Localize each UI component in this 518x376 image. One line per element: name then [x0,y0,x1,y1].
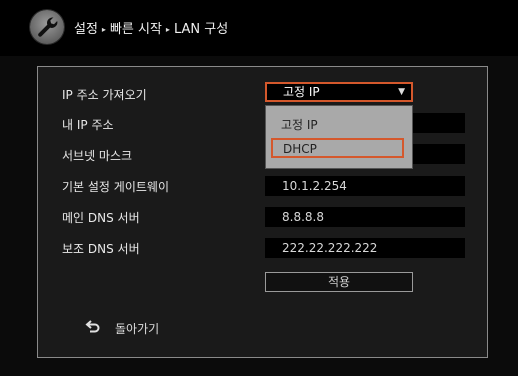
ip-mode-dropdown: 고정 IP DHCP [265,105,413,169]
secondary-dns-label: 보조 DNS 서버 [62,242,140,256]
secondary-dns-field[interactable]: 222.22.222.222 [265,238,465,258]
primary-dns-label: 메인 DNS 서버 [62,211,140,225]
ip-mode-selected-value: 고정 IP [283,85,320,99]
breadcrumb-item: 빠른 시작 [109,22,162,37]
dropdown-option-static-ip[interactable]: 고정 IP [271,116,404,136]
apply-button[interactable]: 적용 [265,272,413,292]
subnet-label: 서브넷 마스크 [62,149,133,163]
ip-mode-label: IP 주소 가져오기 [62,88,147,102]
breadcrumb-separator: ▸ [165,25,170,34]
breadcrumb-item: 설정 [74,22,98,37]
primary-dns-field[interactable]: 8.8.8.8 [265,207,465,227]
gateway-field[interactable]: 10.1.2.254 [265,176,465,196]
gateway-label: 기본 설정 게이트웨이 [62,180,169,194]
wrench-icon[interactable] [30,10,64,44]
back-label: 돌아가기 [115,322,160,336]
return-arrow-icon [85,320,100,333]
dropdown-option-dhcp[interactable]: DHCP [271,138,404,158]
ip-mode-select[interactable]: 고정 IP ▼ [265,82,413,102]
breadcrumb: 설정 ▸ 빠른 시작 ▸ LAN 구성 [74,18,229,37]
my-ip-label: 내 IP 주소 [62,118,114,132]
header-bar: 설정 ▸ 빠른 시작 ▸ LAN 구성 [0,0,518,56]
chevron-down-icon: ▼ [398,87,405,97]
breadcrumb-separator: ▸ [101,25,106,34]
breadcrumb-item: LAN 구성 [173,22,229,37]
